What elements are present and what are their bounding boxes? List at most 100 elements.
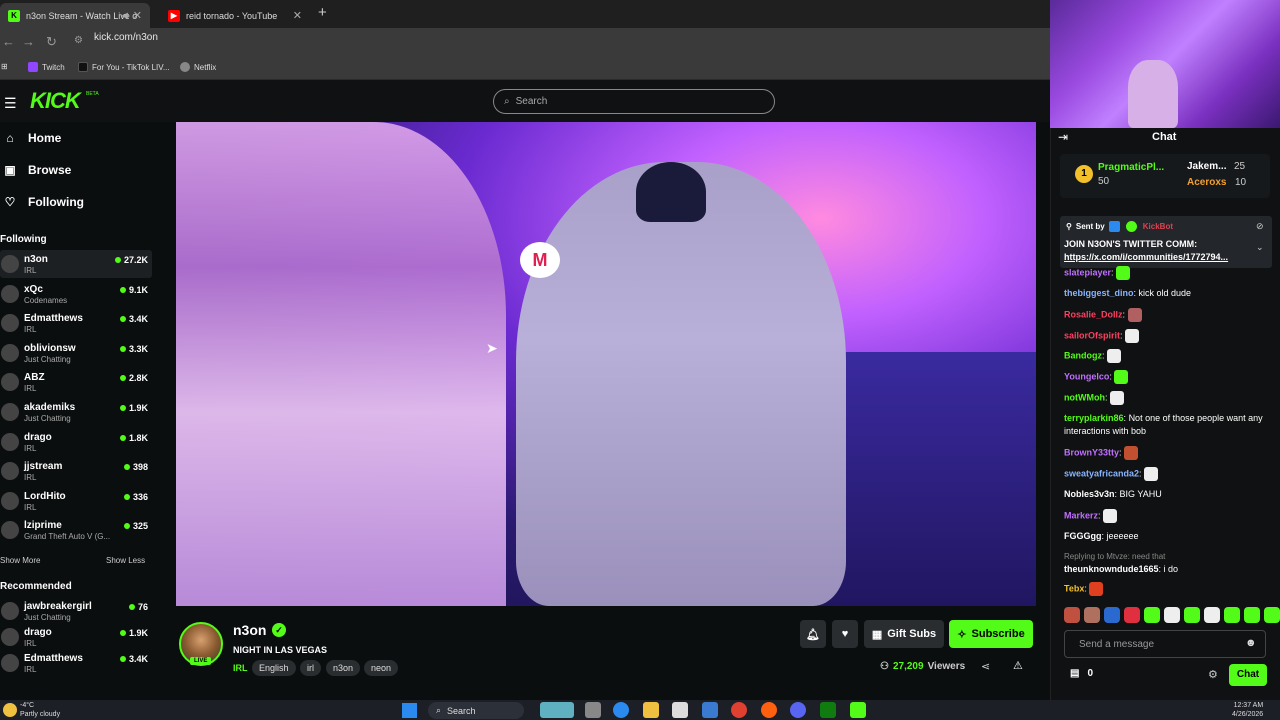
emote-icon[interactable] [1224, 607, 1240, 623]
unpin-icon[interactable]: ⊘ [1256, 221, 1264, 232]
emote-icon[interactable] [1124, 607, 1140, 623]
menu-icon[interactable]: ☰ [4, 95, 17, 112]
sidebar-channel[interactable]: lziprime Grand Theft Auto V (G... 325 [0, 516, 152, 544]
tag-neon[interactable]: neon [364, 660, 399, 676]
video-player[interactable] [176, 122, 1036, 606]
xbox-icon[interactable] [820, 702, 836, 718]
emote-icon[interactable] [1144, 607, 1160, 623]
search-input[interactable]: ⌕ Search [493, 89, 775, 114]
stream-category[interactable]: IRL [233, 663, 248, 673]
report-icon[interactable]: ⚠ [1013, 659, 1023, 672]
collapse-chat-icon[interactable]: ⇥ [1058, 130, 1068, 144]
close-tab-icon[interactable]: ✕ [133, 9, 142, 22]
sidebar-channel[interactable]: xQc Codenames 9.1K [0, 280, 152, 308]
soundcloud-icon[interactable] [761, 702, 777, 718]
tag-irl[interactable]: irl [300, 660, 321, 676]
store-icon[interactable] [672, 702, 688, 718]
bookmark-twitch[interactable]: Twitch [28, 62, 65, 72]
emote-icon[interactable] [1204, 607, 1220, 623]
sidebar-channel[interactable]: drago IRL 1.8K [0, 428, 152, 456]
chat-username[interactable]: Nobles3v3n [1064, 489, 1115, 499]
close-tab-icon[interactable]: ✕ [293, 9, 302, 22]
chat-input[interactable]: Send a message [1064, 630, 1266, 658]
chat-username[interactable]: Rosalie_Dollz [1064, 309, 1123, 319]
reload-icon[interactable]: ↻ [46, 34, 57, 50]
sidebar-channel[interactable]: akademiks Just Chatting 1.9K [0, 398, 152, 426]
address-bar[interactable]: kick.com/n3on [94, 32, 158, 43]
tab-kick[interactable]: K n3on Stream - Watch Live o ◄ ✕ [0, 3, 150, 28]
kick-app-icon[interactable] [850, 702, 866, 718]
weather-widget[interactable]: -4°C Partly cloudy [20, 701, 60, 719]
taskbar-clock[interactable]: 12:37 AM 4/26/2026 [1232, 701, 1263, 719]
emote-icon[interactable] [1264, 607, 1280, 623]
apps-icon[interactable]: ⊞ [1, 62, 8, 71]
nav-browse[interactable]: ▣ Browse [4, 163, 71, 177]
sidebar-channel[interactable]: oblivionsw Just Chatting 3.3K [0, 339, 152, 367]
chat-username[interactable]: terryplarkin86 [1064, 413, 1124, 423]
emote-icon[interactable] [1084, 607, 1100, 623]
notification-button[interactable]: 🔔︎ [800, 620, 826, 648]
chat-username[interactable]: FGGGgg [1064, 531, 1102, 541]
kick-logo[interactable]: KICK [30, 88, 81, 114]
forward-icon[interactable]: → [22, 34, 35, 49]
channel-points[interactable]: ▤ 0 [1070, 668, 1093, 679]
subscribe-button[interactable]: ✧ Subscribe [949, 620, 1033, 648]
pinned-link[interactable]: https://x.com/i/communities/1772794... [1064, 251, 1250, 264]
tab-youtube[interactable]: ▶ reid tornado - YouTube ✕ [160, 3, 310, 28]
leader-name[interactable]: Aceroxs [1187, 177, 1226, 188]
mail-icon[interactable] [702, 702, 718, 718]
chat-username[interactable]: theunknowndude1665 [1064, 564, 1159, 574]
file-explorer-icon[interactable] [643, 702, 659, 718]
emoji-icon[interactable]: ☻ [1245, 637, 1257, 649]
emote-icon[interactable] [1244, 607, 1260, 623]
sidebar-channel[interactable]: ABZ IRL 2.8K [0, 368, 152, 396]
discord-icon[interactable] [790, 702, 806, 718]
emote-icon[interactable] [1164, 607, 1180, 623]
bookmark-tiktok[interactable]: For You - TikTok LIV... [78, 62, 170, 72]
new-tab-button[interactable]: + [318, 4, 327, 21]
share-icon[interactable]: ⋖ [981, 660, 990, 673]
sidebar-channel[interactable]: n3on IRL 27.2K [0, 250, 152, 278]
show-more-link[interactable]: Show More [0, 556, 40, 565]
chat-username[interactable]: Youngelco [1064, 371, 1109, 381]
chat-username[interactable]: Markerz [1064, 510, 1098, 520]
sidebar-channel[interactable]: jawbreakergirl Just Chatting 76 [0, 597, 152, 625]
leader-name[interactable]: Jakem... [1187, 161, 1226, 172]
follow-button[interactable]: ♥ [832, 620, 858, 648]
show-less-link[interactable]: Show Less [106, 556, 145, 565]
leader-name[interactable]: PragmaticPl... [1098, 162, 1164, 173]
sidebar-channel[interactable]: drago IRL 1.9K [0, 623, 152, 651]
back-icon[interactable]: ← [2, 34, 15, 49]
chat-username[interactable]: slatepiayer [1064, 267, 1111, 277]
gift-subs-button[interactable]: ▦ Gift Subs [864, 620, 944, 648]
tag-n3on[interactable]: n3on [326, 660, 361, 676]
edge-icon[interactable] [613, 702, 629, 718]
emote-icon[interactable] [1064, 607, 1080, 623]
bookmark-netflix[interactable]: Netflix [180, 62, 216, 72]
sidebar-channel[interactable]: jjstream IRL 398 [0, 457, 152, 485]
emote-icon[interactable] [1104, 607, 1120, 623]
chat-username[interactable]: thebiggest_dino [1064, 288, 1134, 298]
weather-icon[interactable] [3, 703, 17, 717]
sidebar-channel[interactable]: LordHito IRL 336 [0, 487, 152, 515]
nav-home[interactable]: ⌂ Home [4, 131, 61, 145]
chat-username[interactable]: sweatyafricanda2 [1064, 468, 1139, 478]
task-view-icon[interactable] [585, 702, 601, 718]
sidebar-channel[interactable]: Edmatthews IRL 3.4K [0, 309, 152, 337]
emote-icon[interactable] [1184, 607, 1200, 623]
chevron-down-icon[interactable]: ⌄ [1256, 242, 1264, 253]
sidebar-channel[interactable]: Edmatthews IRL 3.4K [0, 649, 152, 677]
chat-username[interactable]: sailorOfspirit [1064, 330, 1120, 340]
chrome-icon[interactable] [731, 702, 747, 718]
chat-username[interactable]: BrownY33tty [1064, 447, 1119, 457]
tag-english[interactable]: English [252, 660, 296, 676]
chat-username[interactable]: Bandogz [1064, 350, 1102, 360]
chat-username[interactable]: notWMoh [1064, 392, 1105, 402]
mute-icon[interactable]: ◄ [119, 10, 130, 22]
taskbar-widget-icon[interactable] [540, 702, 574, 718]
nav-following[interactable]: ♡ Following [4, 195, 84, 209]
taskbar-search[interactable]: ⌕ Search [428, 702, 524, 719]
streamer-name[interactable]: n3on [233, 622, 266, 638]
chat-settings-icon[interactable]: ⚙ [1208, 668, 1218, 681]
site-info-icon[interactable]: ⚙ [74, 35, 83, 46]
